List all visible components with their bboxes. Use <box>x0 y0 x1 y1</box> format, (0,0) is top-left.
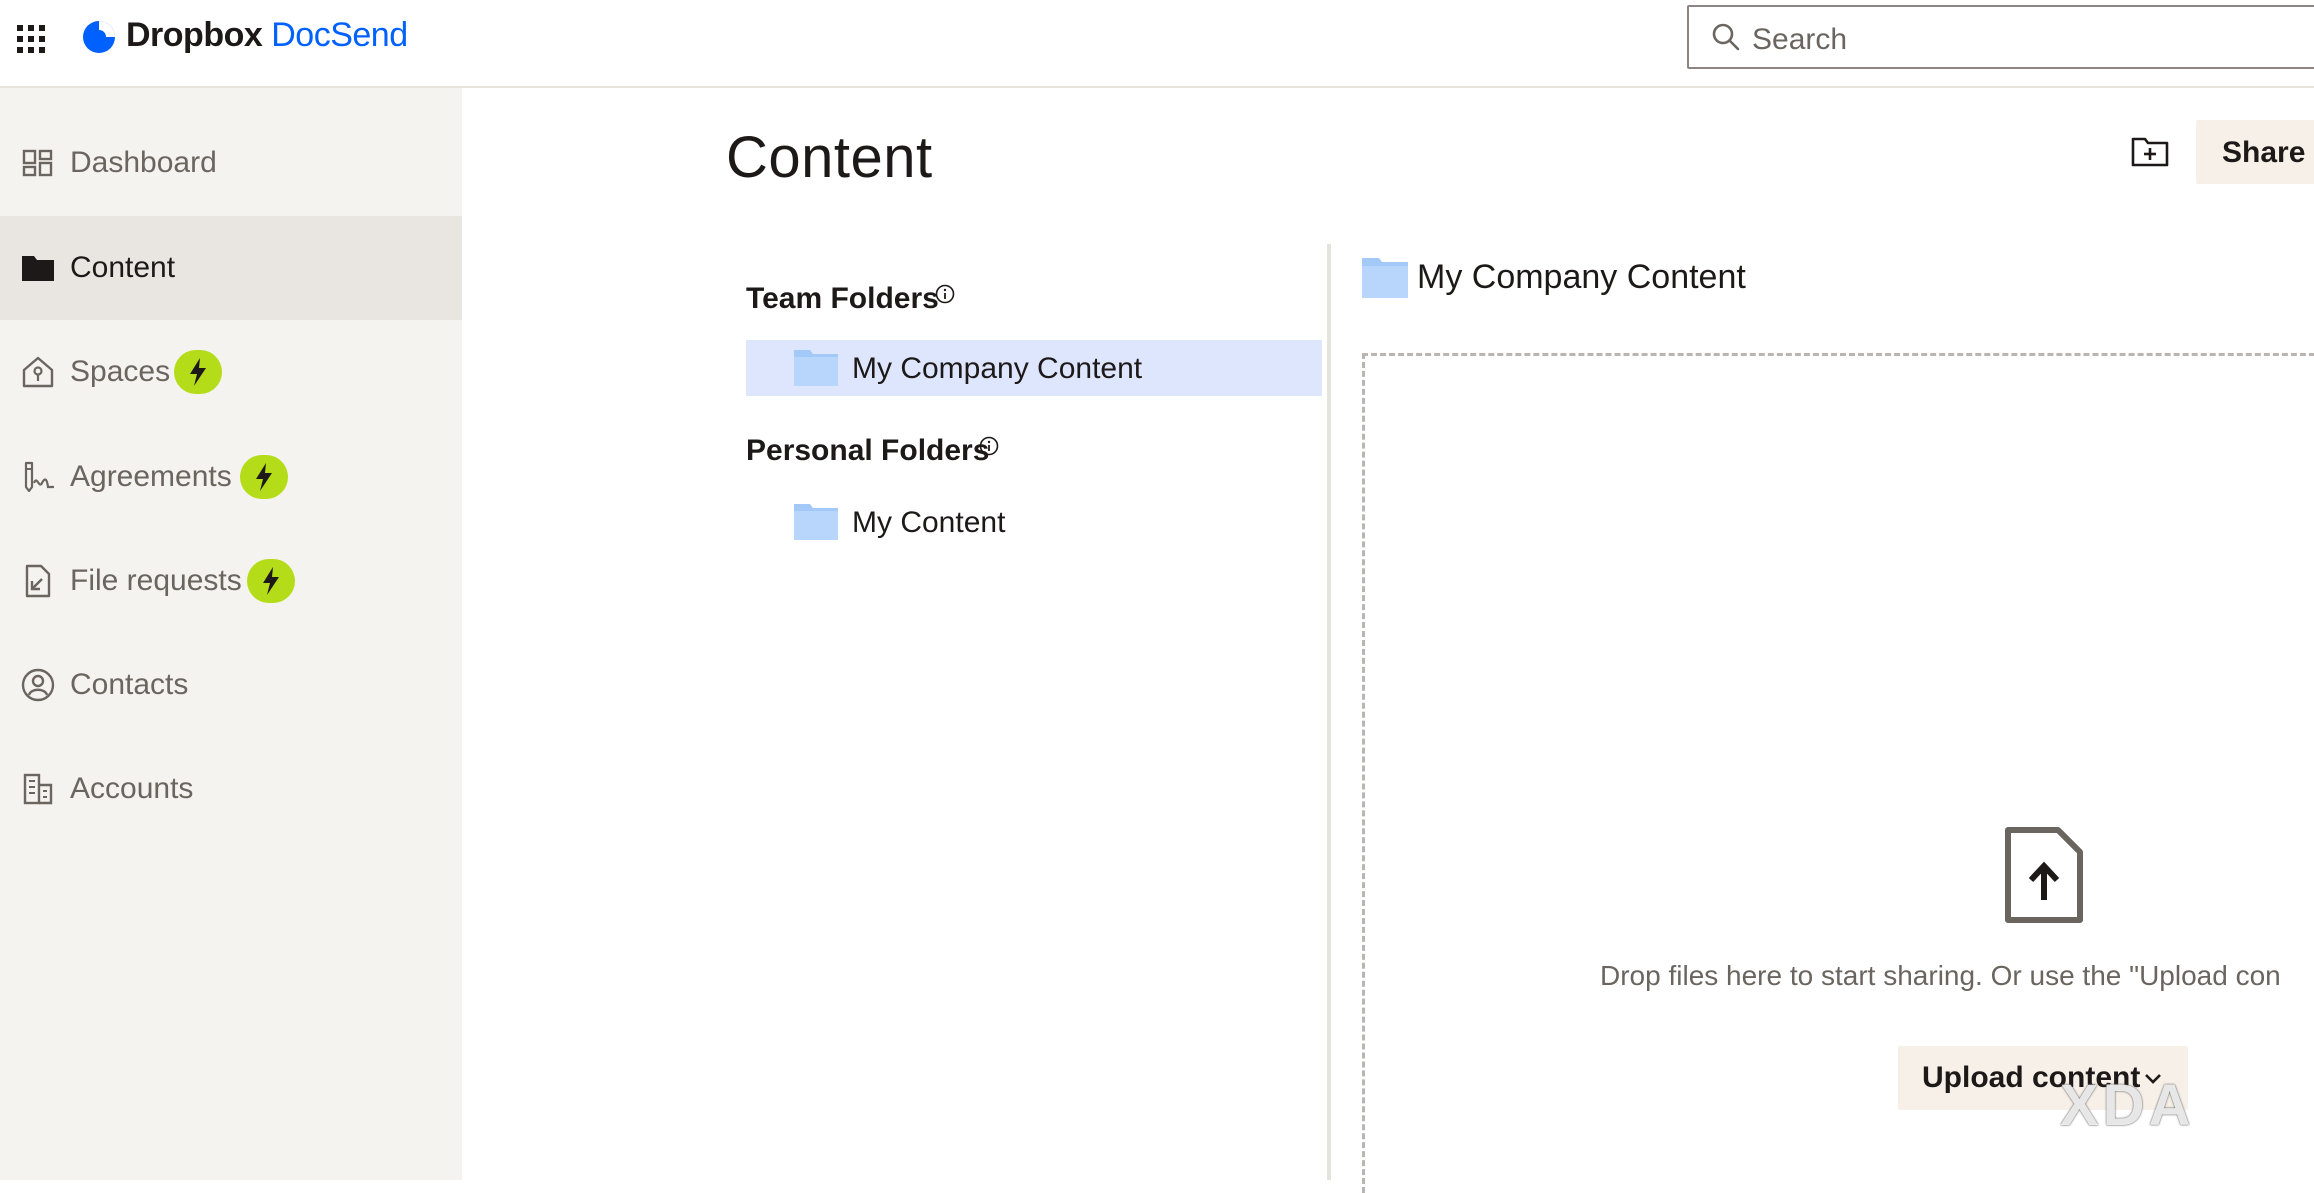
sidebar-item-label: Agreements <box>70 460 232 493</box>
dropzone-instructions: Drop files here to start sharing. Or use… <box>1600 960 2281 991</box>
search-icon <box>1712 23 1740 51</box>
page-title: Content <box>726 125 933 190</box>
docsend-logo-icon[interactable] <box>82 20 116 54</box>
contact-icon <box>21 668 55 702</box>
sidebar-item-label: Contacts <box>70 668 189 701</box>
dashboard-icon <box>22 149 53 177</box>
app-launcher-icon[interactable] <box>14 22 46 54</box>
folder-title: My Company Content <box>1417 258 1746 296</box>
upgrade-bolt-icon[interactable] <box>240 455 288 499</box>
sidebar-item-dashboard[interactable]: Dashboard <box>0 111 462 215</box>
watermark-logo: XDA <box>2060 1073 2195 1138</box>
upload-file-icon <box>2005 827 2083 923</box>
personal-folders-heading: Personal Folders <box>746 434 989 468</box>
team-folders-heading: Team Folders <box>746 282 939 316</box>
team-folders-label: Team Folders <box>746 282 939 315</box>
sidebar-item-content[interactable]: Content <box>0 216 462 320</box>
panel-divider[interactable] <box>1327 244 1331 1180</box>
building-icon <box>23 773 53 805</box>
search-input[interactable]: Search <box>1687 5 2314 69</box>
folder-tree-item-my-content[interactable]: My Content <box>746 494 1322 550</box>
file-request-icon <box>25 564 51 598</box>
signature-icon <box>24 461 54 493</box>
info-icon[interactable] <box>935 284 955 304</box>
new-folder-icon[interactable] <box>2130 134 2170 170</box>
sidebar-item-label: File requests <box>70 564 242 597</box>
sidebar-item-label: Spaces <box>70 355 171 388</box>
sidebar-item-file-requests[interactable]: File requests <box>0 529 462 633</box>
sidebar-item-label: Content <box>70 251 176 284</box>
info-icon[interactable] <box>979 436 999 456</box>
search-placeholder: Search <box>1752 23 1848 56</box>
upgrade-bolt-icon[interactable] <box>174 350 222 394</box>
brand-primary: Dropbox <box>126 16 263 54</box>
folder-icon <box>22 256 54 281</box>
sidebar: Dashboard Content Spaces Agreements File… <box>0 88 462 1180</box>
folder-tree-item-my-company-content[interactable]: My Company Content <box>746 340 1322 396</box>
folder-icon <box>794 350 838 386</box>
sidebar-item-label: Accounts <box>70 772 194 805</box>
spaces-icon <box>22 356 54 388</box>
sidebar-item-spaces[interactable]: Spaces <box>0 320 462 424</box>
sidebar-item-accounts[interactable]: Accounts <box>0 737 462 841</box>
sidebar-item-label: Dashboard <box>70 146 217 179</box>
folder-tree-label: My Company Content <box>852 352 1143 385</box>
folder-tree-label: My Content <box>852 506 1006 539</box>
share-button[interactable]: Share C <box>2196 120 2314 184</box>
folder-icon <box>794 504 838 540</box>
folder-icon <box>1362 258 1408 298</box>
brand-logo-text[interactable]: Dropbox DocSend <box>126 16 408 55</box>
sidebar-item-contacts[interactable]: Contacts <box>0 633 462 737</box>
personal-folders-label: Personal Folders <box>746 434 990 467</box>
brand-secondary: DocSend <box>271 16 408 54</box>
sidebar-item-agreements[interactable]: Agreements <box>0 425 462 529</box>
upgrade-bolt-icon[interactable] <box>247 559 295 603</box>
top-header: Dropbox DocSend Search <box>0 0 2314 88</box>
